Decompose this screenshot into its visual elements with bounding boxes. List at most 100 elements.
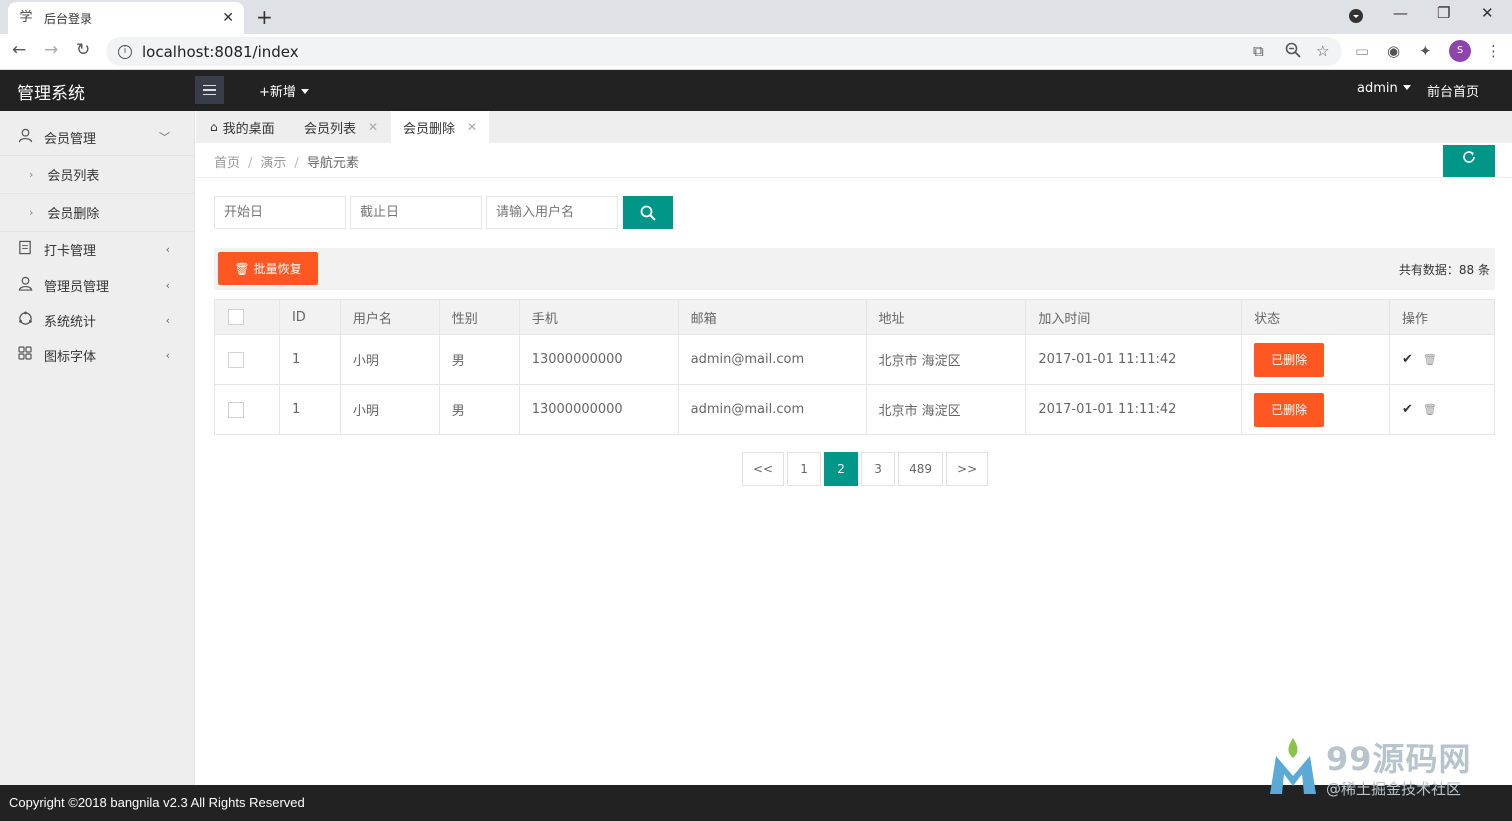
- page-prev-button[interactable]: <<: [742, 452, 785, 486]
- sidebar-item-iconfont[interactable]: 图标字体 ‹: [0, 337, 195, 373]
- user-dropdown[interactable]: admin: [1357, 81, 1411, 96]
- cell-id: 1: [278, 334, 341, 385]
- close-tab-icon[interactable]: ✕: [467, 120, 477, 134]
- reload-icon[interactable]: ↻: [76, 40, 90, 60]
- tab-member-list[interactable]: 会员列表 ✕: [292, 111, 390, 143]
- bookmark-star-icon[interactable]: ☆: [1316, 42, 1329, 60]
- breadcrumb-demo[interactable]: 演示: [260, 156, 286, 171]
- total-count: 共有数据：88 条: [1398, 263, 1490, 277]
- refresh-button[interactable]: [1443, 145, 1495, 177]
- watermark-sub: @稀土掘金技术社区: [1326, 780, 1462, 798]
- breadcrumb-home[interactable]: 首页: [214, 156, 240, 171]
- chevron-right-icon: ›: [29, 168, 34, 181]
- favicon-icon: 学: [19, 10, 33, 25]
- sidebar-item-label: 系统统计: [44, 314, 97, 330]
- maximize-icon[interactable]: ❐: [1437, 4, 1450, 22]
- table-header-row: ID 用户名 性别 手机 邮箱 地址 加入时间 状态 操作: [214, 299, 1495, 335]
- start-date-input[interactable]: [214, 196, 346, 229]
- row-checkbox[interactable]: [228, 351, 244, 368]
- col-joined: 加入时间: [1025, 299, 1243, 335]
- status-deleted-button[interactable]: 已删除: [1254, 392, 1325, 427]
- restore-check-icon[interactable]: ✔: [1402, 352, 1413, 367]
- chevron-left-icon: ‹: [165, 243, 170, 256]
- select-all-checkbox[interactable]: [228, 309, 244, 325]
- minimize-icon[interactable]: —: [1393, 4, 1408, 22]
- stats-icon: [17, 310, 33, 330]
- chevron-right-icon: ›: [29, 206, 34, 219]
- cell-username: 小明: [339, 384, 440, 435]
- menu-toggle-button[interactable]: [195, 76, 224, 104]
- cell-email: admin@mail.com: [677, 334, 867, 385]
- delete-trash-icon[interactable]: 🗑: [1423, 403, 1437, 416]
- cell-email: admin@mail.com: [677, 384, 867, 435]
- page-button[interactable]: 1: [787, 452, 822, 486]
- close-tab-icon[interactable]: ✕: [222, 10, 234, 26]
- browser-tab-title: 后台登录: [44, 11, 93, 26]
- extension-icon[interactable]: ▭: [1355, 42, 1369, 60]
- more-menu-icon[interactable]: ⋮: [1486, 42, 1501, 60]
- chevron-left-icon: ‹: [165, 313, 170, 327]
- username-search-input[interactable]: [486, 196, 618, 229]
- user-icon: [17, 128, 33, 147]
- breadcrumb: 首页 / 演示 / 导航元素: [214, 156, 359, 171]
- clipboard-icon: [17, 240, 33, 259]
- app-logo: 管理系统: [17, 84, 85, 104]
- cell-address: 北京市 海淀区: [865, 334, 1027, 385]
- sidebar: 会员管理 ﹀ › 会员列表 › 会员删除 打卡管理 ‹ 管理员管理 ‹ 系统统计…: [0, 111, 195, 785]
- search-button[interactable]: [623, 196, 673, 229]
- translate-icon[interactable]: ⧉: [1253, 42, 1264, 60]
- restore-check-icon[interactable]: ✔: [1402, 402, 1413, 417]
- page-button-current[interactable]: 2: [824, 452, 859, 486]
- sidebar-item-admins[interactable]: 管理员管理 ‹: [0, 267, 195, 303]
- search-icon: [640, 205, 656, 221]
- close-tab-icon[interactable]: ✕: [368, 120, 378, 134]
- tab-desktop[interactable]: ⌂ 我的桌面: [198, 111, 287, 143]
- sidebar-item-label: 图标字体: [44, 349, 97, 365]
- address-bar[interactable]: i localhost:8081/index: [106, 37, 1342, 66]
- delete-trash-icon[interactable]: 🗑: [1423, 353, 1437, 366]
- page-button[interactable]: 3: [861, 452, 896, 486]
- cell-phone: 13000000000: [518, 334, 679, 385]
- batch-restore-button[interactable]: 🗑 批量恢复: [218, 252, 318, 285]
- end-date-input[interactable]: [350, 196, 482, 229]
- sidebar-item-label: 会员管理: [44, 131, 97, 147]
- zoom-icon[interactable]: [1285, 42, 1301, 62]
- tab-member-delete[interactable]: 会员删除 ✕: [391, 111, 490, 143]
- col-email: 邮箱: [677, 299, 867, 335]
- back-icon[interactable]: ←: [12, 40, 26, 60]
- profile-avatar[interactable]: S: [1449, 40, 1471, 62]
- sidebar-item-checkin[interactable]: 打卡管理 ‹: [0, 231, 195, 267]
- frontend-home-link[interactable]: 前台首页: [1427, 81, 1479, 100]
- sidebar-item-members[interactable]: 会员管理 ﹀: [0, 119, 195, 155]
- col-gender: 性别: [438, 299, 520, 335]
- url-text: localhost:8081/index: [142, 42, 299, 61]
- close-window-icon[interactable]: ✕: [1481, 4, 1494, 22]
- sidebar-subitem-member-delete[interactable]: › 会员删除: [0, 193, 195, 231]
- sidebar-subitem-member-list[interactable]: › 会员列表: [0, 155, 195, 193]
- browser-tabstrip: 学 后台登录 ✕ + — ❐ ✕: [0, 0, 1512, 34]
- table-row: 1 小明 男 13000000000 admin@mail.com 北京市 海淀…: [214, 384, 1495, 435]
- row-checkbox[interactable]: [228, 401, 244, 418]
- profile-download-icon[interactable]: [1348, 8, 1364, 28]
- browser-tab[interactable]: 学 后台登录 ✕: [8, 2, 244, 34]
- forward-icon[interactable]: →: [44, 40, 58, 60]
- chevron-left-icon: ‹: [165, 348, 170, 362]
- status-deleted-button[interactable]: 已删除: [1254, 342, 1325, 377]
- watermark-logo: [1270, 738, 1316, 794]
- cell-address: 北京市 海淀区: [865, 384, 1027, 435]
- pagination: << 1 2 3 489 >>: [742, 452, 989, 486]
- page-button[interactable]: 489: [898, 452, 944, 486]
- admin-icon: [17, 276, 33, 295]
- new-tab-icon[interactable]: +: [256, 5, 273, 29]
- member-table: ID 用户名 性别 手机 邮箱 地址 加入时间 状态 操作 1 小明 男 130…: [214, 299, 1495, 435]
- cell-phone: 13000000000: [518, 384, 679, 435]
- site-info-icon[interactable]: i: [118, 44, 132, 59]
- camera-icon[interactable]: ◉: [1387, 42, 1400, 60]
- caret-down-icon: [1402, 85, 1411, 90]
- chevron-down-icon: ﹀: [159, 131, 170, 144]
- puzzle-icon[interactable]: ✦: [1419, 42, 1432, 60]
- add-new-dropdown[interactable]: +新增: [259, 81, 309, 100]
- sidebar-item-stats[interactable]: 系统统计 ‹: [0, 302, 195, 338]
- caret-down-icon: [300, 89, 309, 94]
- page-next-button[interactable]: >>: [946, 452, 989, 486]
